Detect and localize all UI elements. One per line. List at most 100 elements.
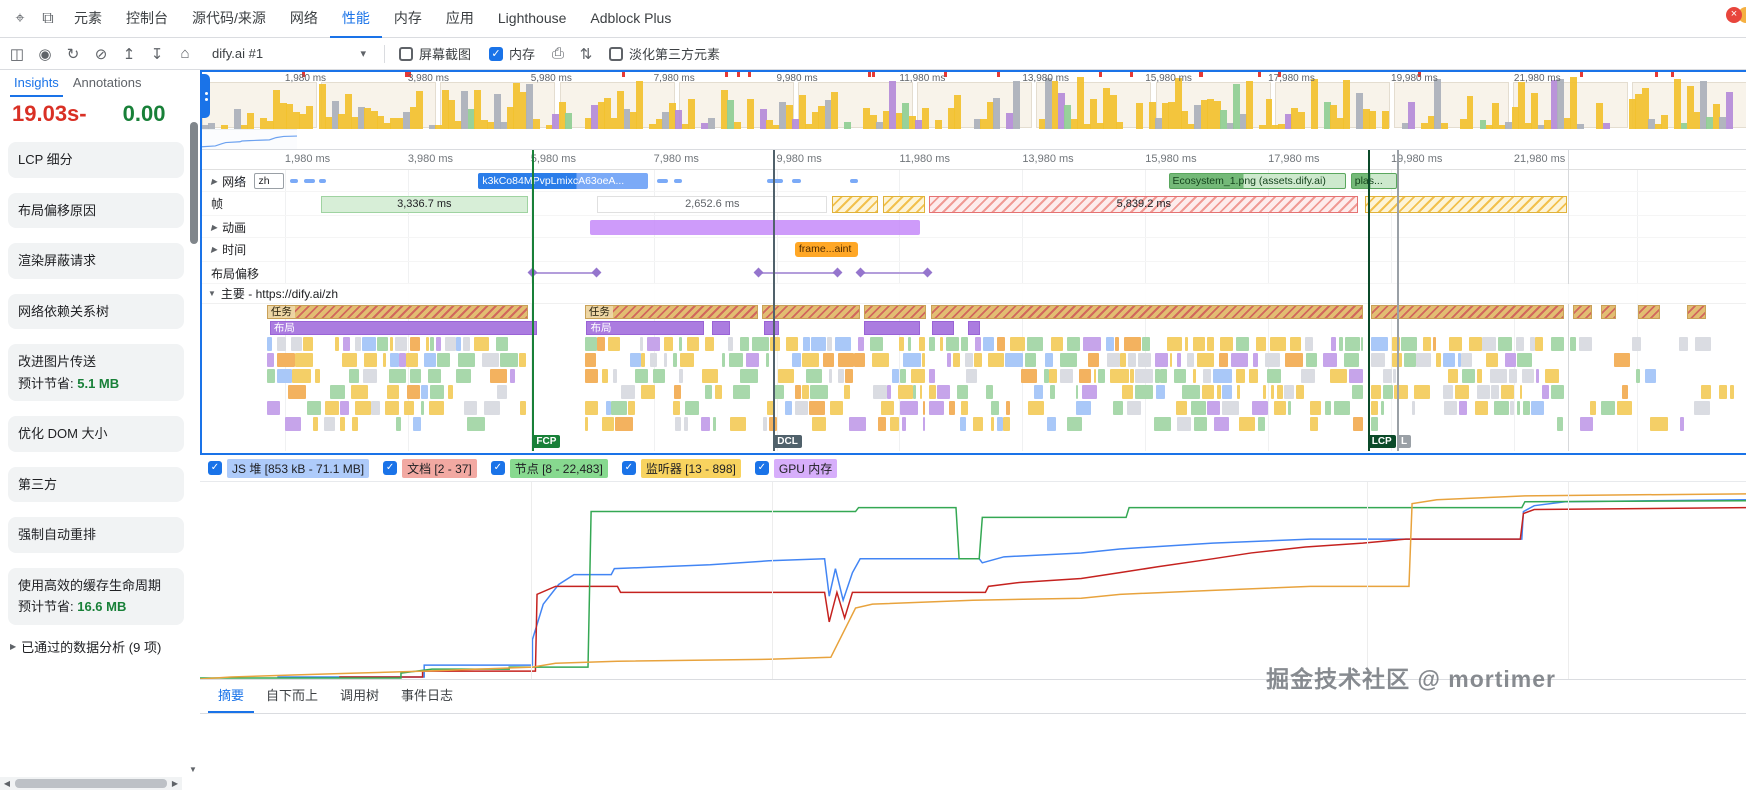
- flame-bar[interactable]: [1236, 369, 1246, 383]
- flame-bar[interactable]: [812, 417, 825, 431]
- flame-bar[interactable]: [845, 369, 853, 383]
- flame-bar[interactable]: [1522, 369, 1534, 383]
- flame-bar[interactable]: [497, 385, 507, 399]
- flame-bar[interactable]: [1361, 337, 1363, 351]
- flame-bar[interactable]: [1349, 369, 1363, 383]
- flame-bar[interactable]: [267, 401, 280, 415]
- flame-bar[interactable]: [413, 417, 421, 431]
- sidebar-vertical-scrollbar[interactable]: [189, 100, 199, 751]
- flame-bar[interactable]: [1193, 369, 1196, 383]
- flame-bar[interactable]: [673, 401, 679, 415]
- flame-bar[interactable]: [1182, 385, 1200, 399]
- flame-bar[interactable]: [1135, 385, 1153, 399]
- flame-bar[interactable]: [1475, 401, 1488, 415]
- flame-bar[interactable]: [1130, 369, 1135, 383]
- flame-bar[interactable]: [705, 337, 715, 351]
- devtools-tab-9[interactable]: Adblock Plus: [578, 0, 683, 38]
- flame-bar[interactable]: [1383, 385, 1392, 399]
- flame-bar[interactable]: [1249, 369, 1258, 383]
- flame-bar[interactable]: [377, 337, 388, 351]
- flame-bar[interactable]: [1371, 417, 1379, 431]
- flame-bar[interactable]: [1394, 385, 1408, 399]
- insight-card[interactable]: 强制自动重排: [8, 517, 184, 553]
- layout-shifts-track[interactable]: 布局偏移: [202, 262, 1746, 284]
- flame-bar[interactable]: [1047, 417, 1056, 431]
- flame-bar[interactable]: [923, 401, 925, 415]
- flame-bar[interactable]: [766, 353, 769, 367]
- flame-bar[interactable]: [949, 401, 955, 415]
- flame-bar[interactable]: [1170, 353, 1172, 367]
- flame-bar[interactable]: [1187, 353, 1194, 367]
- bottom-tab-1[interactable]: 摘要: [208, 681, 254, 713]
- flame-bar[interactable]: [1110, 369, 1128, 383]
- flame-bar[interactable]: [1459, 401, 1468, 415]
- flame-bar[interactable]: [1636, 369, 1640, 383]
- flame-bar[interactable]: [1632, 337, 1640, 351]
- flame-bar[interactable]: [1557, 417, 1563, 431]
- flame-bar[interactable]: [585, 353, 596, 367]
- flame-bar[interactable]: [1305, 337, 1313, 351]
- sidebar-horizontal-scrollbar[interactable]: ◀ ▶: [0, 777, 182, 790]
- timeline-panel[interactable]: 1,980 ms3,980 ms5,980 ms7,980 ms9,980 ms…: [200, 70, 1746, 455]
- flame-bar[interactable]: [702, 369, 718, 383]
- flame-bar[interactable]: [343, 337, 350, 351]
- flame-bar[interactable]: [806, 369, 822, 383]
- flame-bar[interactable]: [1449, 337, 1462, 351]
- checkbox-icon[interactable]: ✓: [622, 461, 636, 475]
- flame-bar[interactable]: [1551, 385, 1564, 399]
- flame-bar[interactable]: [1443, 385, 1452, 399]
- memory-legend-item[interactable]: ✓监听器 [13 - 898]: [622, 459, 741, 478]
- flame-bar[interactable]: [428, 369, 441, 383]
- flame-bar[interactable]: [1025, 353, 1036, 367]
- flame-bar[interactable]: [303, 337, 313, 351]
- flame-bar[interactable]: [902, 417, 906, 431]
- flame-bar[interactable]: [713, 417, 716, 431]
- task-bar[interactable]: [1638, 305, 1660, 319]
- flame-bar[interactable]: [349, 369, 359, 383]
- devtools-tab-8[interactable]: Lighthouse: [486, 0, 579, 38]
- flame-bar[interactable]: [1284, 385, 1294, 399]
- flame-bar[interactable]: [1461, 353, 1472, 367]
- flame-bar[interactable]: [1505, 353, 1515, 367]
- flame-bar[interactable]: [715, 385, 722, 399]
- passed-insights-row[interactable]: ▶ 已通过的数据分析 (9 项): [10, 639, 184, 657]
- flame-bar[interactable]: [1730, 385, 1734, 399]
- flame-bar[interactable]: [520, 401, 527, 415]
- flame-bar[interactable]: [929, 401, 944, 415]
- frames-track-label[interactable]: 帧: [208, 195, 226, 212]
- flame-bar[interactable]: [991, 401, 999, 415]
- flame-bar[interactable]: [482, 353, 499, 367]
- flame-bar[interactable]: [1680, 417, 1684, 431]
- flame-bar[interactable]: [635, 369, 648, 383]
- flame-bar[interactable]: [1027, 337, 1043, 351]
- insight-card[interactable]: 布局偏移原因: [8, 193, 184, 229]
- sidebar-tab-annotations[interactable]: Annotations: [69, 75, 146, 97]
- flame-bar[interactable]: [922, 353, 925, 367]
- layout-shift-cluster[interactable]: [758, 272, 838, 274]
- flame-bar[interactable]: [267, 369, 275, 383]
- checkbox-icon[interactable]: ✓: [208, 461, 222, 475]
- flame-bar[interactable]: [640, 337, 643, 351]
- clear-icon[interactable]: ⊘: [88, 41, 114, 67]
- flame-bar[interactable]: [421, 401, 424, 415]
- flame-bar[interactable]: [1049, 369, 1056, 383]
- layout-event-bar[interactable]: 布局: [270, 321, 537, 335]
- layout-shifts-track-label[interactable]: 布局偏移: [208, 265, 262, 282]
- flame-bar[interactable]: [1094, 369, 1097, 383]
- flame-bar[interactable]: [285, 417, 301, 431]
- flame-bar[interactable]: [647, 337, 660, 351]
- flame-bar[interactable]: [1124, 337, 1141, 351]
- flame-bar[interactable]: [1277, 385, 1283, 399]
- flame-bar[interactable]: [1290, 337, 1300, 351]
- flame-bar[interactable]: [519, 353, 526, 367]
- devtools-tab-4[interactable]: 网络: [278, 0, 330, 38]
- flame-bar[interactable]: [1176, 401, 1187, 415]
- devtools-tab-3[interactable]: 源代码/来源: [180, 0, 278, 38]
- flame-bar[interactable]: [920, 385, 922, 399]
- record-icon[interactable]: ◉: [32, 41, 58, 67]
- flame-bar[interactable]: [1477, 369, 1482, 383]
- screenshots-checkbox[interactable]: 屏幕截图: [399, 44, 471, 63]
- flame-bar[interactable]: [1239, 417, 1255, 431]
- flame-bar[interactable]: [1217, 385, 1222, 399]
- memory-checkbox[interactable]: ✓ 内存: [489, 44, 535, 63]
